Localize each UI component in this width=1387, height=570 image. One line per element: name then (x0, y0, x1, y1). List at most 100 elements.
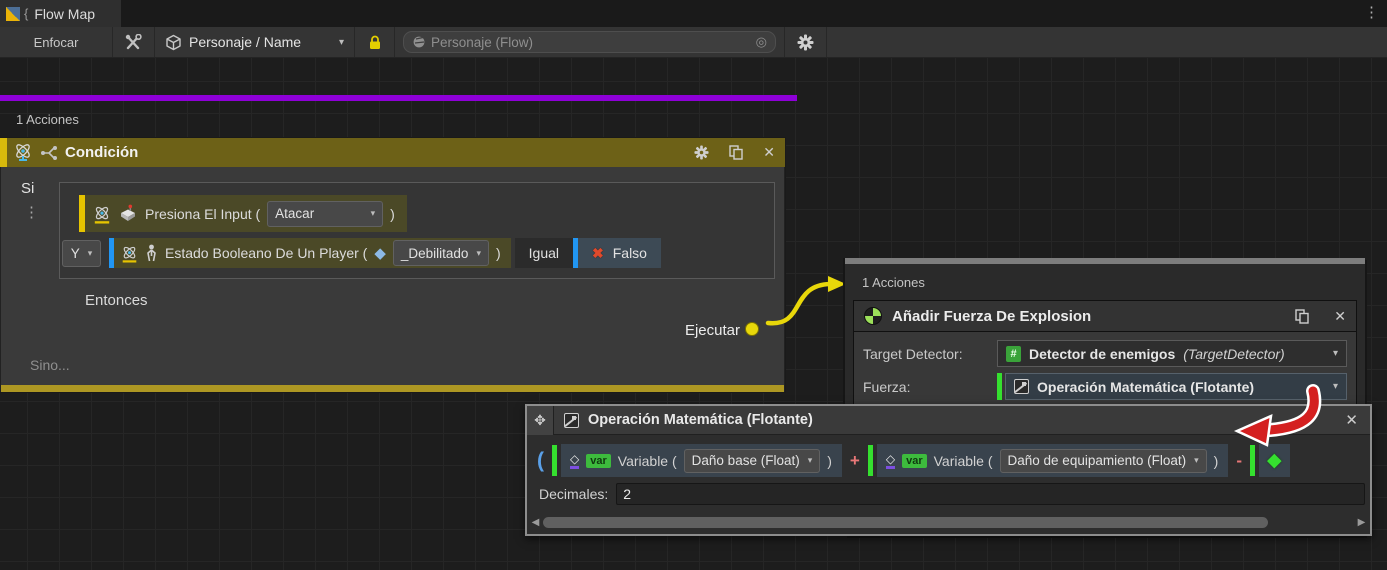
comparison-value[interactable]: ✖ Falso (578, 238, 661, 268)
flow-canvas[interactable]: 1 Acciones Condición (0, 58, 1387, 570)
action-title: Añadir Fuerza De Explosion (892, 308, 1091, 325)
search-input[interactable]: Personaje (Flow) ◎ (403, 31, 776, 53)
chevron-down-icon: ▾ (371, 208, 376, 219)
atom-icon (13, 142, 33, 164)
actions-count-label: 1 Acciones (862, 275, 925, 290)
bool-variable-dropdown[interactable]: _Debilitado ▾ (393, 240, 489, 266)
chevron-down-icon: ▾ (808, 455, 813, 466)
variable-2-dropdown[interactable]: Daño de equipamiento (Float) ▾ (1000, 449, 1207, 473)
condition-row-press-input[interactable]: Presiona El Input ( Atacar ▾ ) (79, 195, 407, 232)
input-action-dropdown[interactable]: Atacar ▾ (267, 201, 383, 227)
tab-title: Flow Map (34, 6, 95, 22)
move-icon: ✥ (534, 412, 546, 429)
lock-icon (368, 35, 382, 50)
panel-top-bar[interactable] (845, 258, 1365, 264)
comparison-operator[interactable]: Igual (515, 238, 573, 268)
popup-title: Operación Matemática (Flotante) (588, 412, 813, 428)
tab-flow-map[interactable]: { Flow Map (0, 0, 121, 27)
scrollbar-track[interactable] (541, 516, 1356, 529)
search-placeholder: Personaje (Flow) (431, 35, 533, 50)
lock-button[interactable] (355, 27, 395, 57)
flow-script-icon (412, 35, 426, 49)
and-or-dropdown[interactable]: Y ▾ (62, 240, 101, 267)
settings-button[interactable] (785, 27, 827, 57)
condition-text: Estado Booleano De Un Player ( (165, 245, 367, 261)
chevron-down-icon: ▾ (1333, 348, 1338, 359)
physics-icon (864, 307, 882, 325)
decimals-row: Decimales: 2 (527, 479, 1370, 505)
value-accent-bar (552, 445, 557, 476)
execute-label: Ejecutar (685, 322, 740, 339)
variable-chip-2[interactable]: ◇ var Variable ( Daño de equipamiento (F… (877, 444, 1228, 477)
close-icon[interactable]: ✕ (763, 144, 775, 161)
condition-node-footer-bar (0, 385, 785, 392)
atom-icon (93, 204, 111, 224)
duplicate-icon[interactable] (1294, 309, 1310, 324)
condition-node-title: Condición (65, 144, 138, 161)
if-label: Si (21, 180, 34, 197)
input-controller-icon (118, 204, 138, 223)
red-annotation-arrow (1225, 383, 1335, 453)
math-operation-icon (1014, 379, 1029, 394)
minus-operator[interactable]: - (1236, 451, 1242, 471)
close-icon[interactable]: ✕ (1334, 308, 1346, 325)
action-card-header[interactable]: Añadir Fuerza De Explosion ✕ (853, 300, 1357, 332)
tools-icon (125, 34, 142, 51)
field-label: Target Detector: (863, 346, 997, 362)
flow-map-brace-icon: { (24, 6, 28, 21)
value-accent-bar (997, 373, 1002, 400)
bool-variable-diamond-icon: ◆ (374, 244, 386, 262)
decimals-input[interactable]: 2 (616, 483, 1365, 505)
atom-icon (121, 244, 138, 263)
window-tab-bar: { Flow Map ⋮ (0, 0, 1387, 27)
script-hash-icon: # (1006, 346, 1021, 362)
value-accent-bar (868, 445, 873, 476)
condition-text: Presiona El Input ( (145, 206, 260, 222)
execute-output-port[interactable] (745, 322, 759, 336)
decimals-label: Decimales: (539, 486, 608, 502)
horizontal-scrollbar[interactable]: ◀ ▶ (530, 515, 1367, 530)
target-object-dropdown[interactable]: Personaje / Name ▾ (155, 27, 355, 57)
false-x-icon: ✖ (592, 245, 604, 262)
conditions-accent-bar (0, 95, 797, 101)
chevron-down-icon: ▾ (476, 248, 481, 259)
duplicate-icon[interactable] (728, 145, 744, 160)
target-detector-dropdown[interactable]: # Detector de enemigos (TargetDetector) … (997, 340, 1347, 367)
scrollbar-thumb[interactable] (543, 517, 1268, 528)
var-badge: var (586, 454, 611, 468)
field-target-detector: Target Detector: # Detector de enemigos … (863, 340, 1347, 367)
chevron-down-icon: ▾ (1194, 455, 1199, 466)
plus-operator[interactable]: + (850, 451, 860, 471)
search-area: Personaje (Flow) ◎ (395, 27, 785, 57)
condition-node-header[interactable]: Condición ✕ (0, 138, 785, 167)
move-handle[interactable]: ✥ (527, 406, 554, 435)
condition-row-bool-state[interactable]: Y ▾ (62, 238, 661, 268)
window-menu-icon[interactable]: ⋮ (1364, 3, 1379, 21)
ping-target-icon[interactable]: ◎ (756, 34, 767, 50)
variable-chip-1[interactable]: ◇ var Variable ( Daño base (Float) ▾ ) (561, 444, 842, 477)
then-label: Entonces (85, 292, 148, 309)
actions-count-label: 1 Acciones (16, 112, 79, 127)
focus-button[interactable]: Enfocar (0, 27, 113, 57)
drag-handle-dots[interactable]: ⋮ (24, 203, 39, 221)
conditions-list: Presiona El Input ( Atacar ▾ ) Y ▾ (59, 182, 775, 279)
math-operation-icon (564, 413, 579, 428)
execute-connector-wire (760, 273, 855, 338)
branch-icon (40, 145, 58, 161)
player-icon (145, 244, 158, 262)
toolbar: Enfocar Personaje / Name ▾ (0, 27, 1387, 58)
field-label: Fuerza: (863, 379, 997, 395)
condition-node[interactable]: Condición ✕ (0, 138, 785, 392)
scroll-right-icon[interactable]: ▶ (1356, 517, 1367, 528)
variable-diamond-icon: ◇ (570, 453, 579, 469)
condition-node-body: Si ⋮ (0, 167, 785, 385)
chevron-down-icon: ▾ (88, 248, 93, 259)
gear-icon (797, 34, 814, 51)
flow-map-icon (6, 7, 20, 21)
else-label[interactable]: Sino... (30, 357, 70, 373)
scroll-left-icon[interactable]: ◀ (530, 517, 541, 528)
variable-1-dropdown[interactable]: Daño base (Float) ▾ (684, 449, 821, 473)
tools-button[interactable] (113, 27, 155, 57)
close-icon[interactable]: ✕ (1345, 411, 1358, 429)
node-settings-gear-icon[interactable] (694, 145, 709, 160)
